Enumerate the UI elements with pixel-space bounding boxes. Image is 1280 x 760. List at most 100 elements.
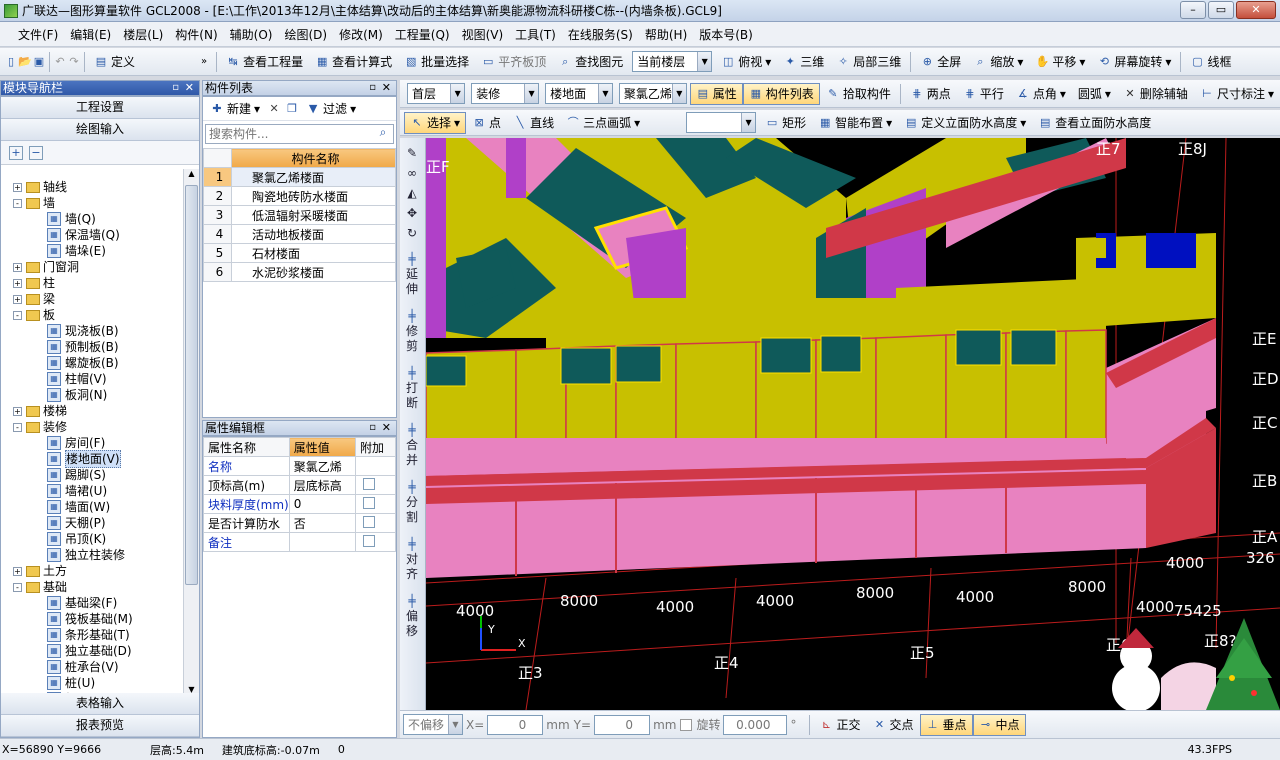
expand-icon[interactable]: + xyxy=(13,406,22,416)
drawing-input-button[interactable]: 绘图输入 xyxy=(1,119,199,141)
side-tool-0[interactable]: ╪ 延伸 xyxy=(400,252,424,297)
menu-help[interactable]: 帮助(H) xyxy=(639,26,693,43)
component-list-toggle-button[interactable]: ▦ 构件列表 xyxy=(742,82,820,105)
tree-scrollbar[interactable]: ▲ ▼ xyxy=(183,169,199,699)
arc-button[interactable]: 圆弧 ▾ xyxy=(1072,83,1117,105)
close-icon[interactable]: ✕ xyxy=(382,81,391,95)
category-select[interactable]: 装修 ▼ xyxy=(471,83,540,104)
tree-item[interactable]: + 梁 xyxy=(1,291,183,307)
property-row[interactable]: 备注 xyxy=(203,532,396,552)
expand-icon[interactable]: + xyxy=(13,182,22,192)
tree-item[interactable]: ▦ 桩(U) xyxy=(1,675,183,691)
component-row[interactable]: 2 陶瓷地砖防水楼面 xyxy=(203,186,396,206)
tree-item[interactable]: ▦ 吊顶(K) xyxy=(1,531,183,547)
expand-icon[interactable]: + xyxy=(13,294,22,304)
menu-version[interactable]: 版本号(B) xyxy=(693,26,759,43)
toolbar-overflow-icon[interactable]: » xyxy=(201,56,207,67)
side-tool-2[interactable]: ╪ 打断 xyxy=(400,366,424,411)
tree-item[interactable]: + 轴线 xyxy=(1,179,183,195)
parallel-button[interactable]: ⋕ 平行 xyxy=(957,83,1010,105)
tree-item[interactable]: ▦ 保温墙(Q) xyxy=(1,227,183,243)
intersection-button[interactable]: ✕ 交点 xyxy=(866,714,919,736)
fullscreen-button[interactable]: ⊕ 全屏 xyxy=(914,51,967,73)
rectangle-tool-button[interactable]: ▭ 矩形 xyxy=(759,112,812,134)
table-input-button[interactable]: 表格输入 xyxy=(1,693,199,715)
tree-item[interactable]: ▦ 房间(F) xyxy=(1,435,183,451)
new-component-button[interactable]: ✚ 新建 ▾ xyxy=(207,98,263,120)
delete-icon[interactable]: ✕ xyxy=(267,102,281,116)
pin-icon[interactable]: ▫ xyxy=(369,421,376,435)
property-value-cell[interactable]: 层底标高 xyxy=(288,475,357,495)
side-tool-1[interactable]: ╪ 修剪 xyxy=(400,309,424,354)
close-icon[interactable]: ✕ xyxy=(185,81,194,95)
copy-icon[interactable]: ❐ xyxy=(285,102,299,116)
tree-item[interactable]: + 柱 xyxy=(1,275,183,291)
search-icon[interactable]: ⌕ xyxy=(373,125,393,143)
midpoint-button[interactable]: ⊸ 中点 xyxy=(972,713,1026,736)
floor-scope-select[interactable]: 当前楼层 ▼ xyxy=(632,51,713,72)
component-search-input[interactable] xyxy=(206,125,373,143)
tree-item[interactable]: ▦ 条形基础(T) xyxy=(1,627,183,643)
redo-icon[interactable]: ↷ xyxy=(67,55,81,69)
arc-mode-select[interactable]: ▼ xyxy=(686,112,757,133)
scroll-up-icon[interactable]: ▲ xyxy=(184,169,199,183)
check-formula-button[interactable]: ▦ 查看计算式 xyxy=(309,51,398,73)
extra-checkbox[interactable] xyxy=(363,534,375,547)
3d-button[interactable]: ✦ 三维 xyxy=(777,51,830,73)
x-offset-input[interactable]: 0 xyxy=(487,714,544,735)
tree-item[interactable]: ▦ 踢脚(S) xyxy=(1,467,183,483)
side-tool-6[interactable]: ╪ 偏移 xyxy=(400,594,424,639)
wireframe-button[interactable]: ▢ 线框 xyxy=(1184,51,1237,73)
brush-icon[interactable]: ✎ xyxy=(400,146,424,160)
mirror-icon[interactable]: ◭ xyxy=(400,186,424,200)
screen-rotate-button[interactable]: ⟲ 屏幕旋转 ▾ xyxy=(1091,51,1177,73)
menu-file[interactable]: 文件(F) xyxy=(12,26,64,43)
tree-item[interactable]: ▦ 墙裙(U) xyxy=(1,483,183,499)
component-row[interactable]: 4 活动地板楼面 xyxy=(203,224,396,244)
tree-item[interactable]: + 楼梯 xyxy=(1,403,183,419)
perpendicular-button[interactable]: ⊥ 垂点 xyxy=(919,713,973,736)
extra-checkbox[interactable] xyxy=(363,477,375,490)
collapse-icon[interactable]: - xyxy=(13,310,22,320)
find-element-button[interactable]: ⌕ 查找图元 xyxy=(552,51,629,73)
point-angle-button[interactable]: ∡ 点角 ▾ xyxy=(1010,83,1072,105)
expand-icon[interactable]: + xyxy=(13,262,22,272)
define-button[interactable]: ▤ 定义 xyxy=(88,51,141,73)
close-icon[interactable]: ✕ xyxy=(382,421,391,435)
floor-select[interactable]: 首层 ▼ xyxy=(407,83,466,104)
property-value-cell[interactable]: 聚氯乙烯 xyxy=(288,456,357,476)
rotate-checkbox[interactable] xyxy=(680,718,693,731)
rotate-input[interactable]: 0.000 xyxy=(723,714,788,735)
tree-item[interactable]: ▦ 桩承台(V) xyxy=(1,659,183,675)
property-value-cell[interactable] xyxy=(288,532,357,552)
tree-item[interactable]: -墙 xyxy=(1,195,183,211)
define-waterproof-button[interactable]: ▤ 定义立面防水高度 ▾ xyxy=(898,112,1032,134)
menu-floor[interactable]: 楼层(L) xyxy=(117,26,169,43)
undo-icon[interactable]: ↶ xyxy=(53,55,67,69)
tree-item[interactable]: + 土方 xyxy=(1,563,183,579)
delete-aux-axis-button[interactable]: ✕ 删除辅轴 xyxy=(1117,83,1194,105)
minimize-button[interactable]: – xyxy=(1180,1,1206,19)
menu-tools[interactable]: 工具(T) xyxy=(509,26,562,43)
zoom-button[interactable]: ⌕ 缩放 ▾ xyxy=(967,51,1029,73)
tree-item[interactable]: ▦ 螺旋板(B) xyxy=(1,355,183,371)
select-tool-button[interactable]: ↖ 选择 ▾ xyxy=(404,111,467,134)
menu-aux[interactable]: 辅助(O) xyxy=(224,26,279,43)
ortho-button[interactable]: ⊾ 正交 xyxy=(813,714,866,736)
flat-top-button[interactable]: ▭ 平齐板顶 xyxy=(475,51,552,73)
side-tool-3[interactable]: ╪ 合并 xyxy=(400,423,424,468)
smart-layout-button[interactable]: ▦ 智能布置 ▾ xyxy=(812,112,898,134)
menu-edit[interactable]: 编辑(E) xyxy=(64,26,117,43)
filter-button[interactable]: ▼ 过滤 ▾ xyxy=(303,98,359,120)
extra-checkbox[interactable] xyxy=(363,515,375,528)
tree-item[interactable]: ▦ 独立基础(D) xyxy=(1,643,183,659)
dimension-button[interactable]: ⊢ 尺寸标注 ▾ xyxy=(1194,83,1280,105)
menu-modify[interactable]: 修改(M) xyxy=(333,26,389,43)
menu-quantity[interactable]: 工程量(Q) xyxy=(389,26,456,43)
expand-icon[interactable]: + xyxy=(13,278,22,288)
save-icon[interactable]: ▣ xyxy=(32,55,46,69)
side-tool-4[interactable]: ╪ 分割 xyxy=(400,480,424,525)
subcategory-select[interactable]: 楼地面 ▼ xyxy=(545,83,613,104)
3d-viewport[interactable]: 4000 8000 4000 4000 8000 4000 8000 4000 75425 400… xyxy=(426,138,1280,710)
property-row[interactable]: 是否计算防水否 xyxy=(203,513,396,533)
